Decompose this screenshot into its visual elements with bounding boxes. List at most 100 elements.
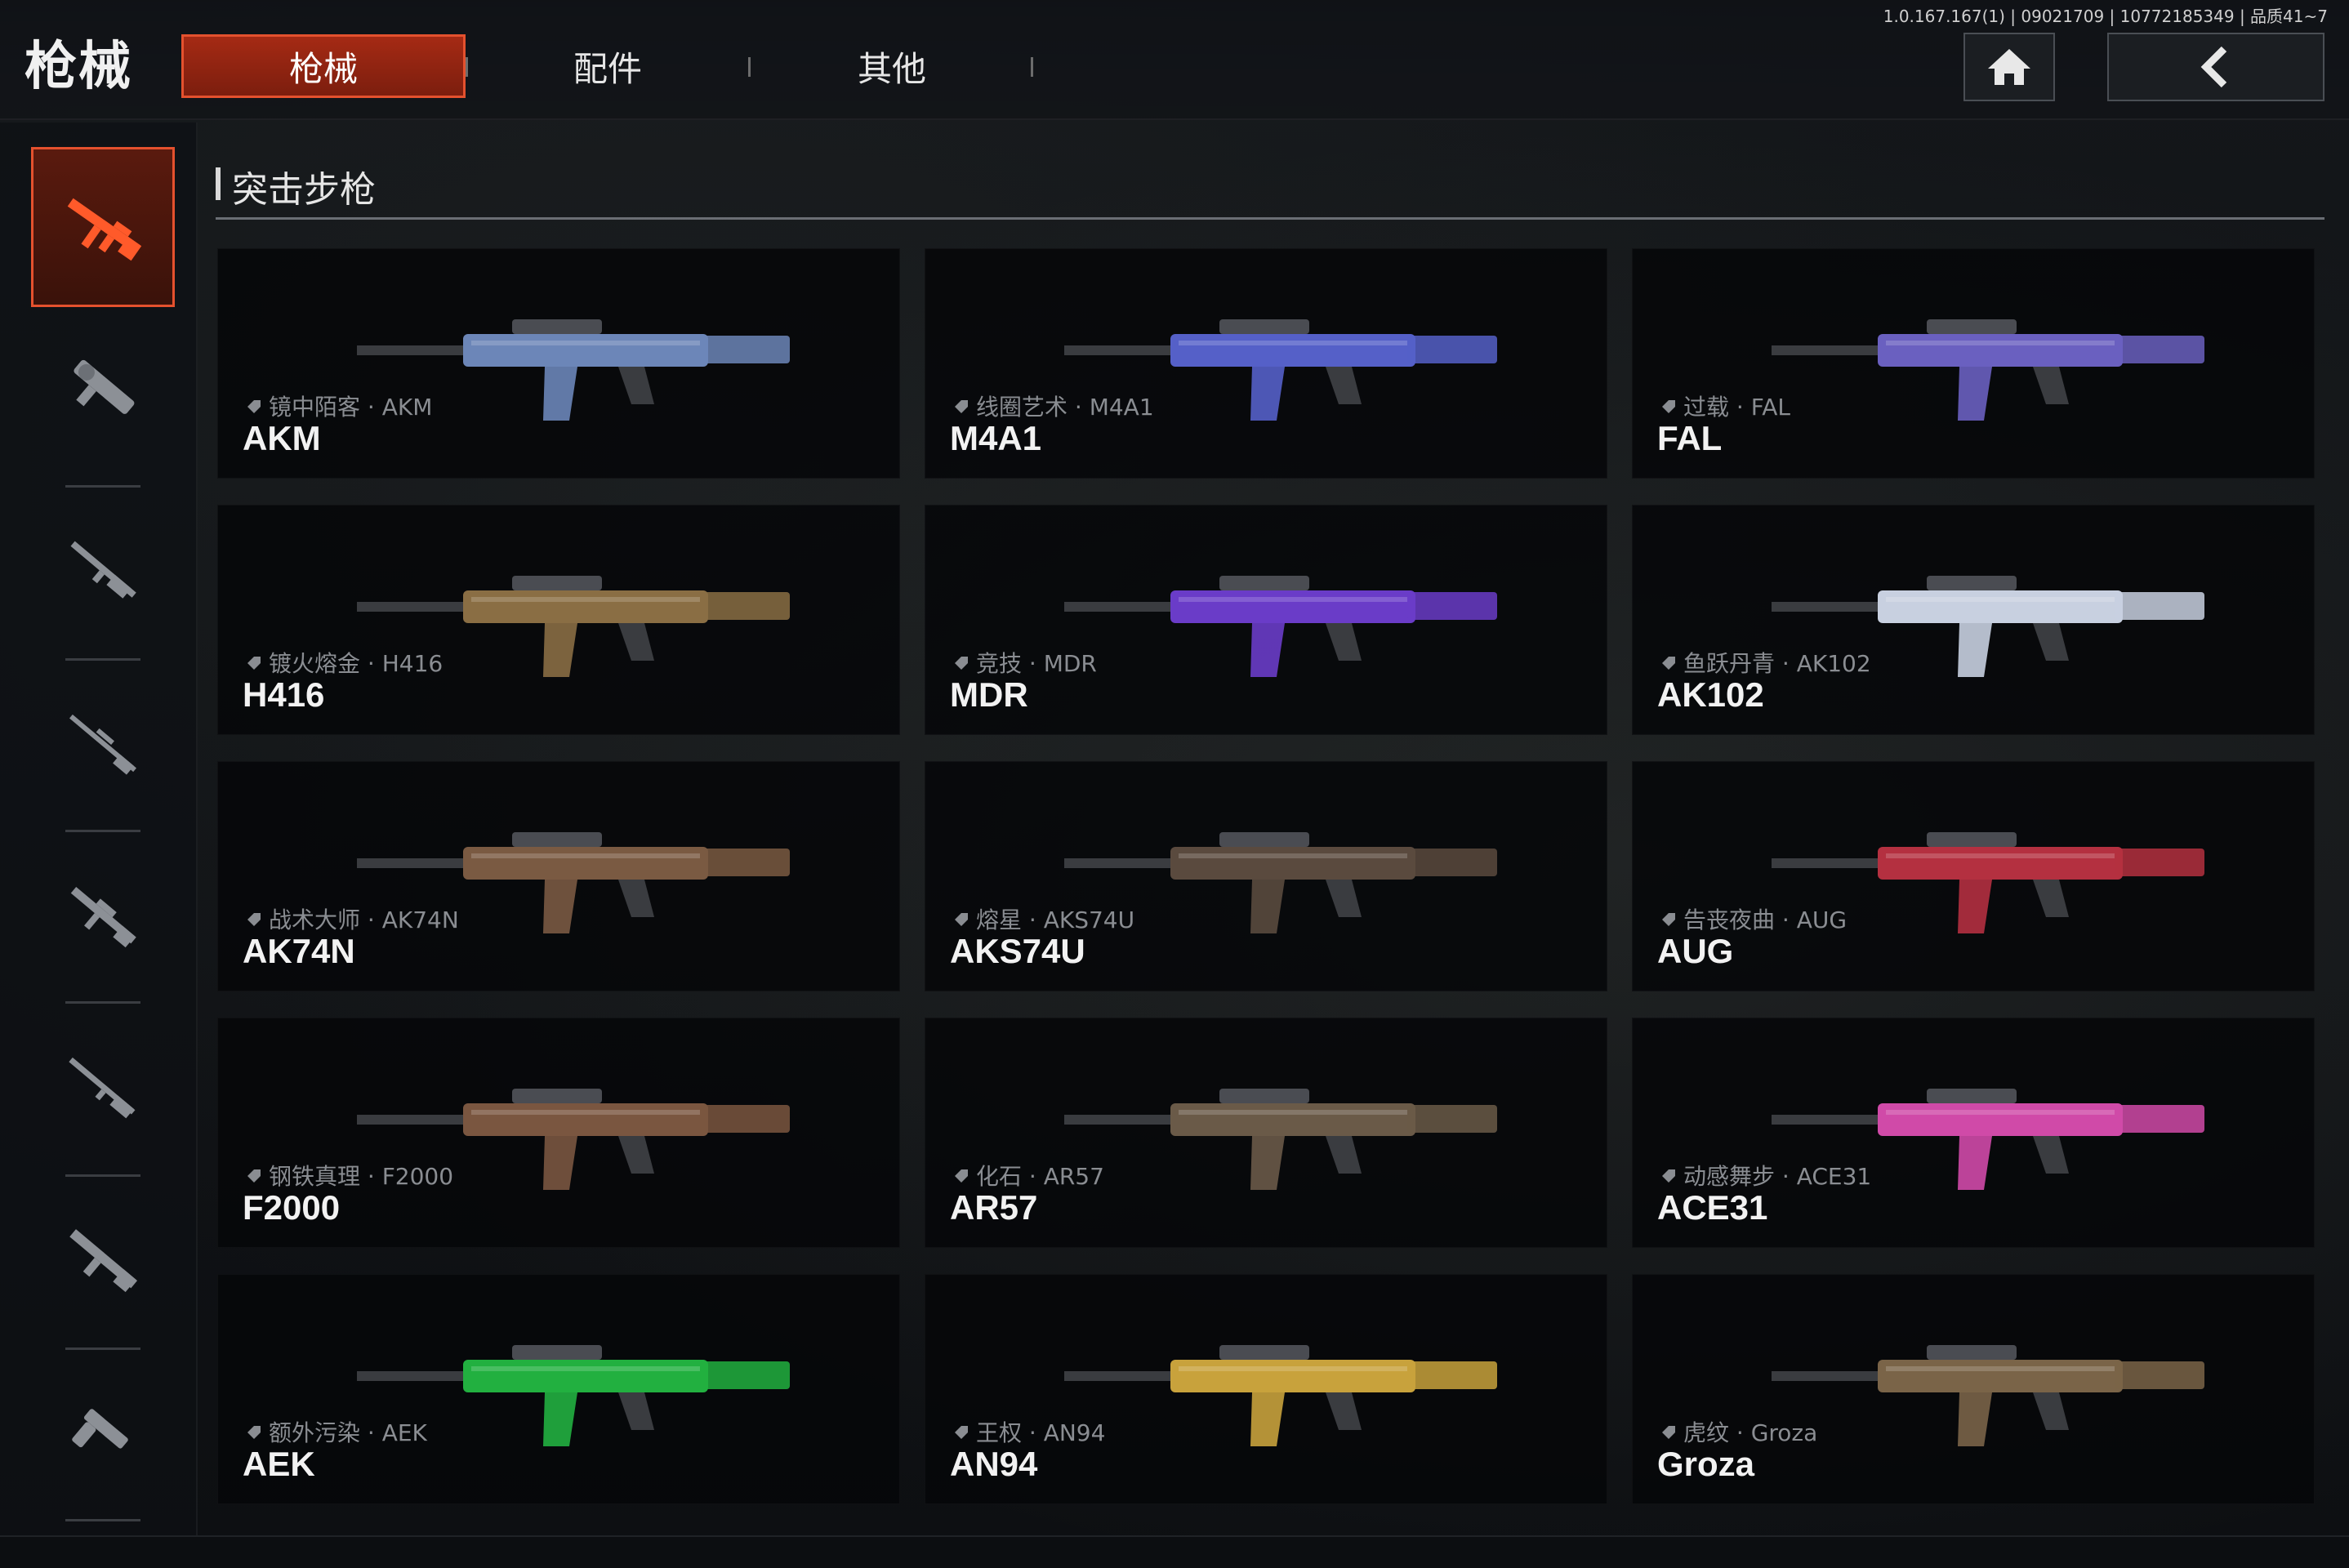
skin-name: 镀火熔金 · H416 xyxy=(269,650,444,677)
rail-item-long-rifle[interactable] xyxy=(31,1014,175,1158)
skin-name: 镜中陌客 · AKM xyxy=(269,394,433,421)
tab-guns[interactable]: 枪械 xyxy=(181,34,466,98)
tag-icon xyxy=(1662,400,1675,413)
rail-item-smg[interactable] xyxy=(31,315,175,459)
weapon-name: MDR xyxy=(950,675,1028,714)
skin-name: 动感舞步 · ACE31 xyxy=(1683,1163,1872,1190)
chevron-left-icon xyxy=(2200,46,2227,88)
tag-icon xyxy=(955,1169,968,1183)
skin-label: 竞技 · MDR xyxy=(952,646,1097,679)
top-bar: 枪械 枪械 配件 其他 1.0.167.167(1) | 09021709 | … xyxy=(0,0,2349,120)
version-info: 1.0.167.167(1) | 09021709 | 10772185349 … xyxy=(1883,7,2328,26)
weapon-name: M4A1 xyxy=(950,419,1042,457)
rail-item-assault-rifle[interactable] xyxy=(31,147,175,307)
weapon-card[interactable]: 额外污染 · AEK AEK xyxy=(217,1274,900,1504)
tag-icon xyxy=(247,913,261,926)
skin-name: 王权 · AN94 xyxy=(976,1419,1106,1446)
weapon-name: AUG xyxy=(1657,932,1734,970)
weapon-card[interactable]: 化石 · AR57 AR57 xyxy=(925,1018,1607,1248)
tag-icon xyxy=(955,1426,968,1439)
long-rifle-icon xyxy=(69,1057,136,1119)
assault-rifle-icon xyxy=(67,198,142,261)
weapon-image xyxy=(1772,319,2204,421)
skin-name: 过载 · FAL xyxy=(1683,394,1790,421)
weapon-card[interactable]: 线圈艺术 · M4A1 M4A1 xyxy=(925,248,1607,479)
tab-other[interactable]: 其他 xyxy=(750,34,1034,98)
rail-divider xyxy=(65,1519,140,1521)
skin-label: 化石 · AR57 xyxy=(952,1159,1104,1192)
skin-label: 动感舞步 · ACE31 xyxy=(1659,1159,1871,1192)
tag-icon xyxy=(1662,1169,1675,1183)
weapon-name: AKS74U xyxy=(950,932,1085,970)
rail-item-shotgun[interactable] xyxy=(31,498,175,642)
weapon-name: ACE31 xyxy=(1657,1188,1768,1227)
weapon-card[interactable]: 王权 · AN94 AN94 xyxy=(925,1274,1607,1504)
skin-label: 虎纹 · Groza xyxy=(1659,1415,1817,1448)
weapon-name: H416 xyxy=(243,675,325,714)
tag-icon xyxy=(955,400,968,413)
weapon-image xyxy=(1772,1345,2204,1446)
skin-name: 钢铁真理 · F2000 xyxy=(269,1163,454,1190)
skin-name: 线圈艺术 · M4A1 xyxy=(976,394,1154,421)
weapon-name: FAL xyxy=(1657,419,1723,457)
tag-icon xyxy=(247,1426,261,1439)
rail-divider xyxy=(65,1174,140,1177)
weapon-card[interactable]: 熔星 · AKS74U AKS74U xyxy=(925,761,1607,991)
tag-icon xyxy=(247,1169,261,1183)
home-icon xyxy=(1988,49,2030,85)
section-marker xyxy=(216,167,221,200)
weapon-name: F2000 xyxy=(243,1188,341,1227)
weapon-name: AN94 xyxy=(950,1445,1038,1483)
home-button[interactable] xyxy=(1963,33,2055,101)
skin-name: 战术大师 · AK74N xyxy=(269,906,459,933)
weapon-card[interactable]: 镜中陌客 · AKM AKM xyxy=(217,248,900,479)
weapon-card[interactable]: 钢铁真理 · F2000 F2000 xyxy=(217,1018,900,1248)
rail-divider xyxy=(65,1348,140,1350)
weapon-card[interactable]: 动感舞步 · ACE31 ACE31 xyxy=(1632,1018,2315,1248)
rail-divider xyxy=(65,485,140,488)
tab-attachments[interactable]: 配件 xyxy=(466,34,750,98)
weapon-card[interactable]: 虎纹 · Groza Groza xyxy=(1632,1274,2315,1504)
skin-label: 镀火熔金 · H416 xyxy=(244,646,443,679)
skin-label: 镜中陌客 · AKM xyxy=(244,390,432,422)
section-divider xyxy=(216,217,2324,220)
back-button[interactable] xyxy=(2107,33,2324,101)
tag-icon xyxy=(1662,913,1675,926)
rail-item-lmg[interactable] xyxy=(31,1187,175,1331)
weapon-name: AR57 xyxy=(950,1188,1038,1227)
skin-name: 鱼跃丹青 · AK102 xyxy=(1683,650,1871,677)
tag-icon xyxy=(1662,1426,1675,1439)
skin-name: 熔星 · AKS74U xyxy=(976,906,1135,933)
rail-item-marksman[interactable] xyxy=(31,843,175,987)
tag-icon xyxy=(955,913,968,926)
shotgun-icon xyxy=(70,541,136,599)
skin-name: 竞技 · MDR xyxy=(976,650,1097,677)
weapon-card[interactable]: 鱼跃丹青 · AK102 AK102 xyxy=(1632,505,2315,735)
light-machine-gun-icon xyxy=(69,1229,138,1293)
weapon-card[interactable]: 过载 · FAL FAL xyxy=(1632,248,2315,479)
rail-item-pistol[interactable] xyxy=(31,1361,175,1504)
skin-label: 钢铁真理 · F2000 xyxy=(244,1159,453,1192)
category-rail xyxy=(0,122,198,1535)
weapon-name: AK74N xyxy=(243,932,355,970)
rail-item-sniper[interactable] xyxy=(31,671,175,815)
weapon-catalog-screen: 枪械 枪械 配件 其他 1.0.167.167(1) | 09021709 | … xyxy=(0,0,2349,1568)
weapon-name: Groza xyxy=(1657,1445,1755,1483)
weapon-card[interactable]: 战术大师 · AK74N AK74N xyxy=(217,761,900,991)
weapon-image xyxy=(1064,576,1497,677)
skin-label: 线圈艺术 · M4A1 xyxy=(952,390,1154,422)
weapon-card[interactable]: 竞技 · MDR MDR xyxy=(925,505,1607,735)
tag-icon xyxy=(247,657,261,670)
skin-label: 鱼跃丹青 · AK102 xyxy=(1659,646,1871,679)
bottom-strip xyxy=(0,1535,2349,1568)
pistol-icon xyxy=(72,1409,128,1449)
weapon-card[interactable]: 告丧夜曲 · AUG AUG xyxy=(1632,761,2315,991)
rail-divider xyxy=(65,658,140,661)
weapon-image xyxy=(1064,1345,1497,1446)
rail-divider xyxy=(65,1001,140,1004)
weapon-name: AK102 xyxy=(1657,675,1764,714)
weapon-card[interactable]: 镀火熔金 · H416 H416 xyxy=(217,505,900,735)
skin-name: 虎纹 · Groza xyxy=(1683,1419,1818,1446)
skin-label: 熔星 · AKS74U xyxy=(952,902,1134,935)
weapon-name: AKM xyxy=(243,419,321,457)
